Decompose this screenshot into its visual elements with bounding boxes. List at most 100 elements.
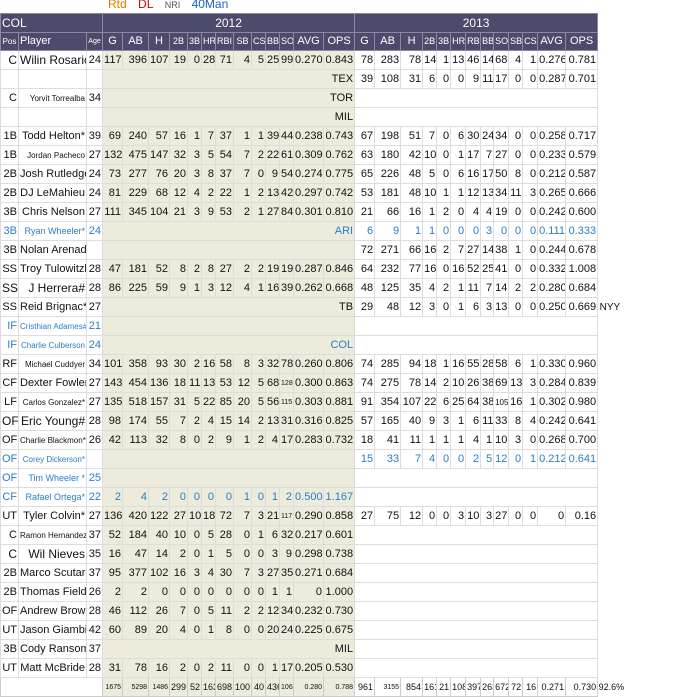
stat-2012-hr: 4 [201,411,217,431]
stat-2012-so: 44 [279,126,295,146]
stat-2013-hr: 0 [450,221,467,241]
stat-2013-h: 12 [400,297,424,317]
stat-2013-ops: 0.600 [565,202,599,222]
player-position: 3B [0,202,19,222]
stat-2012-ops: 0.530 [323,658,356,678]
stat-2012-rbi: 28 [215,525,235,545]
player-name: Chris Nelson [18,202,87,222]
stat-2013-avg: 0.212 [537,449,567,469]
stat-2013-3b: 1 [436,50,452,70]
stat-2013-sb: 8 [508,164,524,184]
column-header-2012-so: SO [279,32,295,51]
stat-2012-3b: 0 [187,50,203,70]
stat-2013-sb: 0 [508,145,524,165]
prior-team-2012: COL [102,335,356,355]
stat-2012-so: 39 [279,278,295,298]
stat-2013-hr: 1 [450,297,467,317]
stat-2012-g: 136 [102,506,124,526]
stat-2012-h: 136 [148,373,171,393]
stat-2012-so: 31 [279,411,295,431]
stat-2012-h: 26 [148,601,171,621]
player-position: 1B [0,126,19,146]
player-age: 21 [85,316,104,336]
stat-2012-2b: 0 [169,582,189,602]
stat-2013-ab: 180 [374,145,402,165]
player-position: UT [0,506,19,526]
column-header-2012-rbi: RBI [215,32,235,51]
stat-2013-h: 1 [400,221,424,241]
stat-2013-hr: 0 [450,449,467,469]
stat-2012-3b: 3 [187,563,203,583]
stat-2012-so: 34 [279,601,295,621]
stat-2012-avg: 0.301 [293,202,325,222]
stat-2012-avg: 0 [293,582,325,602]
stat-2013-hr: 25 [450,392,467,412]
stat-2013-bb: 3 [480,506,495,526]
total-2013-2b: 161 [422,677,438,697]
stat-2013-sb: 0 [508,69,524,89]
stat-2013-bb: 28 [480,354,495,374]
stat-2013-cs: 2 [522,278,539,298]
player-position: 1B [0,145,19,165]
player-age: 22 [85,487,104,507]
stat-2012-g: 98 [102,411,124,431]
column-header-2012-avg: AVG [293,32,325,51]
stat-2013-bb: 11 [480,411,495,431]
stat-2012-bb: 27 [265,563,281,583]
stat-2013-ops: 0.700 [565,430,599,450]
stat-2012-cs: 2 [251,601,267,621]
player-age: 34 [85,88,104,108]
player-name [18,69,87,89]
stat-2012-cs: 2 [251,145,267,165]
stat-2012-2b: 19 [169,50,189,70]
stat-2012-ops: 0.668 [323,278,356,298]
stat-2013-bb: 14 [480,240,495,260]
stat-2012-ops: 0.601 [323,525,356,545]
stat-2012-ops: 0.810 [323,202,356,222]
stat-2013-ops: 0.587 [565,164,599,184]
column-header-2013-2b: 2B [422,32,438,51]
stat-2013-bb: 11 [480,69,495,89]
stat-2012-ab: 112 [122,601,150,621]
stat-2012-ab: 240 [122,126,150,146]
stat-2013-so: 19 [493,202,510,222]
stat-2012-h: 122 [148,506,171,526]
stat-2013-g: 18 [354,430,376,450]
stat-2012-g: 69 [102,126,124,146]
stat-2013-g: 74 [354,354,376,374]
player-position [0,69,19,89]
stat-2012-3b: 0 [187,582,203,602]
stat-2013-3b: 0 [436,297,452,317]
stat-2012-ops: 0.742 [323,183,356,203]
stat-2012-sb: 1 [233,430,253,450]
stat-2012-bb: 25 [265,50,281,70]
stat-2012-g: 81 [102,183,124,203]
total-2012-cs: 40 [251,677,267,697]
stat-2013-3b: 0 [436,69,452,89]
stat-2012-3b: 11 [187,373,203,393]
stat-2013-cs: 0 [522,430,539,450]
stat-2012-cs: 1 [251,525,267,545]
team-header: COL [0,13,104,33]
stat-2013-sb: 0 [508,449,524,469]
stat-2013-2b: 4 [422,278,438,298]
stat-2012-sb: 2 [233,601,253,621]
stat-2013-so: 50 [493,164,510,184]
stat-2012-2b: 7 [169,601,189,621]
stat-2012-ab: 345 [122,202,150,222]
stat-2013-h: 48 [400,183,424,203]
stat-2012-bb: 20 [265,620,281,640]
stat-2013-ab: 275 [374,373,402,393]
player-position: OF [0,430,19,450]
stat-2012-hr: 18 [201,506,217,526]
stat-2013-so: 69 [493,373,510,393]
stat-2012-h: 93 [148,354,171,374]
column-header-2013-h: H [400,32,424,51]
stat-2012-ops: 1.000 [323,582,356,602]
player-row: 1B Todd Helton* 39 69 240 57 16 1 7 37 1 1 39 44 0.238… [0,126,599,146]
stat-2012-h: 107 [148,50,171,70]
stat-2013-bb: 13 [480,183,495,203]
stat-2012-hr: 1 [201,620,217,640]
empty-2013-cells [354,620,599,640]
player-row: UT Jason Giambi* 42 60 89 20 4 0 1 8 0 0 20 24 0.225 0.… [0,620,599,640]
